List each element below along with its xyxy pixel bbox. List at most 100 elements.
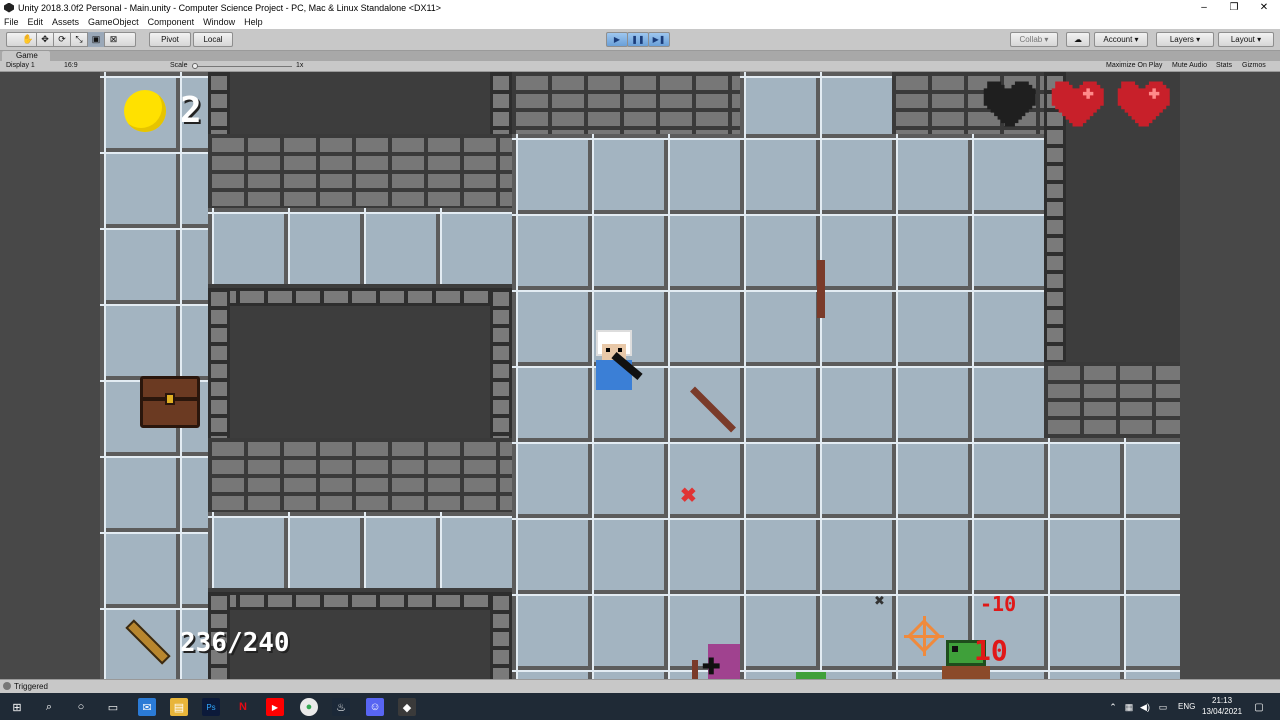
gizmos-dropdown[interactable]: Gizmos — [1242, 62, 1266, 69]
local-label: Local — [203, 35, 223, 44]
layout-label: Layout — [1230, 35, 1255, 44]
chest-lock-icon — [165, 393, 175, 405]
collab-label: Collab ▾ — [1019, 35, 1049, 44]
pause-button[interactable]: ❚❚ — [627, 32, 649, 47]
minimize-button[interactable]: – — [1188, 0, 1220, 15]
cloud-icon[interactable]: ☁ — [1066, 32, 1090, 47]
photoshop-icon[interactable]: Ps — [202, 698, 220, 716]
steam-icon[interactable]: ♨ — [332, 698, 350, 716]
floor-doorway — [740, 72, 892, 134]
close-button[interactable]: ✕ — [1248, 0, 1280, 15]
damage-number: -10 — [980, 592, 1017, 616]
maximize-on-play-toggle[interactable]: Maximize On Play — [1106, 62, 1162, 69]
youtube-icon[interactable]: ▶ — [266, 698, 284, 716]
health-cross-icon: ✚ — [702, 654, 721, 679]
layout-dropdown[interactable]: Layout ▾ — [1218, 32, 1274, 47]
notifications-icon[interactable]: ▢ — [1250, 698, 1268, 716]
heart-full-icon — [1117, 81, 1170, 127]
file-explorer-icon[interactable]: ▤ — [170, 698, 188, 716]
clock-date[interactable]: 13/04/2021 — [1202, 707, 1242, 716]
aspect-dropdown[interactable]: 16:9 — [64, 62, 78, 69]
transform-tool-icon[interactable]: ⊠ — [105, 32, 122, 47]
clock-time[interactable]: 21:13 — [1212, 696, 1232, 705]
tab-game[interactable]: Game — [2, 51, 50, 61]
arrow-projectile — [817, 260, 825, 318]
player-eye — [606, 348, 610, 352]
pivot-label: Pivot — [161, 35, 179, 44]
move-tool-icon[interactable]: ✥ — [37, 32, 54, 47]
discord-icon[interactable]: ☺ — [366, 698, 384, 716]
language-indicator[interactable]: ENG — [1178, 702, 1195, 711]
menu-edit[interactable]: Edit — [28, 17, 44, 27]
heart-empty-icon — [983, 81, 1036, 127]
scale-tool-icon[interactable]: ⤡ — [71, 32, 88, 47]
wall-segment — [490, 72, 512, 134]
unity-taskbar-icon[interactable]: ◆ — [398, 698, 416, 716]
floor-corridor — [208, 512, 512, 588]
chrome-icon[interactable]: ● — [300, 698, 318, 716]
game-view-toolbar: Display 1 16:9 Scale 1x Maximize On Play… — [0, 61, 1280, 72]
local-button[interactable]: Local — [193, 32, 233, 47]
transform-tools: ✋ ✥ ⟳ ⤡ ▣ ⊠ — [6, 32, 136, 47]
target-marker-icon: ✖ — [874, 593, 885, 608]
menu-window[interactable]: Window — [203, 17, 235, 27]
volume-icon[interactable]: ◀) — [1136, 698, 1154, 716]
hand-tool-icon[interactable]: ✋ — [20, 32, 37, 47]
cortana-icon[interactable]: ○ — [72, 698, 90, 716]
scale-slider[interactable] — [192, 66, 292, 67]
windows-start-icon[interactable]: ⊞ — [8, 698, 26, 716]
ammo-count: 236/240 — [180, 628, 290, 658]
maximize-button[interactable]: ❐ — [1218, 0, 1250, 15]
scale-slider-handle[interactable] — [192, 63, 198, 69]
pivot-button[interactable]: Pivot — [149, 32, 191, 47]
mail-icon[interactable]: ✉ — [138, 698, 156, 716]
rect-tool-icon[interactable]: ▣ — [88, 32, 105, 47]
layers-dropdown[interactable]: Layers ▾ — [1156, 32, 1214, 47]
search-icon[interactable]: ⌕ — [40, 698, 58, 716]
game-tab-label: Game — [16, 51, 38, 60]
menu-assets[interactable]: Assets — [52, 17, 79, 27]
mute-audio-toggle[interactable]: Mute Audio — [1172, 62, 1207, 69]
floor-right — [1044, 438, 1180, 679]
coin-icon — [124, 90, 166, 132]
frog-body — [942, 666, 990, 679]
crosshair-diamond — [907, 619, 941, 653]
frog-enemy-partial — [796, 672, 826, 679]
enemy-staff — [692, 660, 698, 679]
main-toolbar: ✋ ✥ ⟳ ⤡ ▣ ⊠ Pivot Local ▶ ❚❚ ▶❚ Collab ▾… — [0, 29, 1280, 51]
console-info-icon — [3, 682, 11, 690]
menu-file[interactable]: File — [4, 17, 19, 27]
wall-segment — [490, 288, 512, 438]
menu-component[interactable]: Component — [148, 17, 195, 27]
unity-logo-icon — [4, 2, 14, 13]
netflix-icon[interactable]: N — [234, 698, 252, 716]
wall-segment — [208, 72, 230, 134]
heart-full-icon — [1051, 81, 1104, 127]
brick-wall — [512, 72, 740, 134]
coin-count: 2 — [180, 90, 202, 131]
game-tab-row: Game — [0, 51, 1280, 61]
wall-segment — [208, 288, 512, 306]
blood-splat-icon: ✖ — [680, 485, 697, 507]
purple-enemy: ✚ — [692, 644, 744, 679]
console-status-bar[interactable]: Triggered — [0, 679, 1280, 693]
game-canvas[interactable]: ✖ ✖ ✚ -10 10 2 236/240 — [100, 72, 1180, 679]
wall-segment — [490, 592, 512, 679]
stats-toggle[interactable]: Stats — [1216, 62, 1232, 69]
status-message: Triggered — [14, 682, 48, 691]
menu-gameobject[interactable]: GameObject — [88, 17, 139, 27]
account-label: Account — [1103, 35, 1133, 44]
menu-help[interactable]: Help — [244, 17, 263, 27]
wall-segment — [208, 288, 230, 438]
rotate-tool-icon[interactable]: ⟳ — [54, 32, 71, 47]
account-dropdown[interactable]: Account ▾ — [1094, 32, 1148, 47]
step-button[interactable]: ▶❚ — [648, 32, 670, 47]
battery-icon[interactable]: ▭ — [1154, 698, 1172, 716]
task-view-icon[interactable]: ▭ — [104, 698, 122, 716]
display-dropdown[interactable]: Display 1 — [6, 62, 35, 69]
treasure-chest[interactable] — [140, 376, 200, 428]
layers-label: Layers — [1169, 35, 1194, 44]
play-button[interactable]: ▶ — [606, 32, 628, 47]
dark-room-top — [208, 72, 512, 134]
collab-button[interactable]: Collab ▾ — [1010, 32, 1058, 47]
